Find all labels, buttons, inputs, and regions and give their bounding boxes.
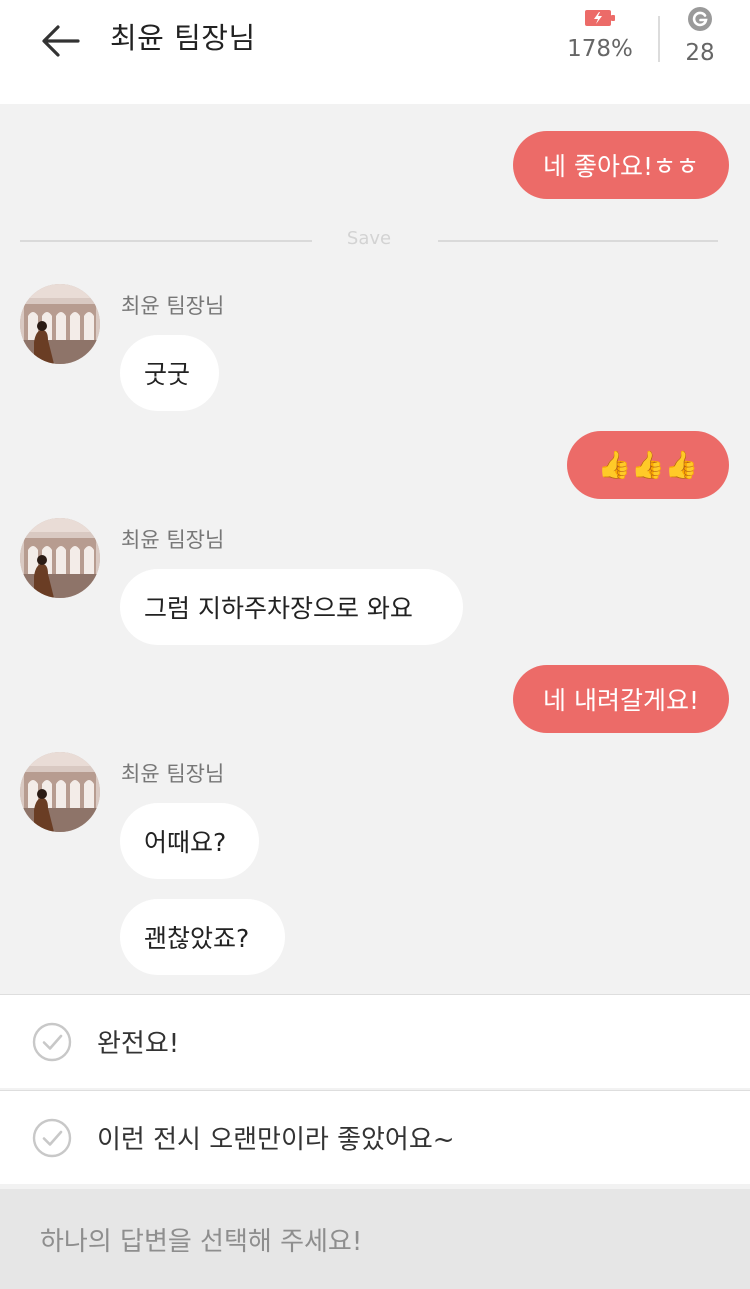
message-emoji: 👍👍👍 <box>597 450 699 481</box>
points-indicator[interactable]: 28 <box>672 6 728 66</box>
sender-name: 최윤 팀장님 <box>121 762 225 786</box>
avatar[interactable] <box>20 518 100 598</box>
battery-percent: 178% <box>567 36 633 62</box>
message-text: 굿굿 <box>144 360 191 389</box>
message-bubble-outgoing: 👍👍👍 <box>567 431 729 499</box>
battery-indicator[interactable]: 178% <box>560 8 640 62</box>
check-circle-icon <box>32 1118 72 1158</box>
points-count: 28 <box>685 40 715 66</box>
chat-title: 최윤 팀장님 <box>110 21 256 55</box>
message-bubble-incoming: 굿굿 <box>120 335 219 411</box>
reply-placeholder: 하나의 답변을 선택해 주세요! <box>40 1227 363 1257</box>
header-divider <box>658 16 660 62</box>
message-bubble-incoming: 어때요? <box>120 803 259 879</box>
message-bubble-outgoing: 네 좋아요!ㅎㅎ <box>513 131 729 199</box>
reply-option-label: 이런 전시 오랜만이라 좋았어요~ <box>97 1125 455 1155</box>
save-label: Save <box>346 228 392 249</box>
battery-charging-icon <box>585 10 615 26</box>
chat-area[interactable]: 네 좋아요!ㅎㅎ Save 최윤 팀장님 굿굿 👍👍👍 최윤 팀장님 그럼 지하… <box>0 104 750 993</box>
message-bubble-incoming: 그럼 지하주차장으로 와요 <box>120 569 463 645</box>
avatar-photo <box>20 518 100 598</box>
sender-name: 최윤 팀장님 <box>121 528 225 552</box>
reply-option[interactable]: 이런 전시 오랜만이라 좋았어요~ <box>0 1090 750 1184</box>
avatar-photo <box>20 752 100 832</box>
message-text: 어때요? <box>144 828 227 857</box>
check-circle-icon <box>32 1022 72 1062</box>
coin-g-icon <box>688 7 712 31</box>
back-arrow-icon <box>42 25 80 57</box>
avatar[interactable] <box>20 284 100 364</box>
divider-line-right <box>438 240 718 242</box>
message-bubble-outgoing: 네 내려갈게요! <box>513 665 729 733</box>
save-divider: Save <box>20 228 718 252</box>
back-button[interactable] <box>38 18 84 64</box>
sender-name: 최윤 팀장님 <box>121 294 225 318</box>
avatar[interactable] <box>20 752 100 832</box>
message-text: 네 내려갈게요! <box>543 686 699 715</box>
reply-option-label: 완전요! <box>97 1029 180 1059</box>
reply-input-bar[interactable]: 하나의 답변을 선택해 주세요! <box>0 1189 750 1289</box>
message-text: 그럼 지하주차장으로 와요 <box>144 594 413 623</box>
message-text: 괜찮았죠? <box>144 924 250 953</box>
message-text: 네 좋아요!ㅎㅎ <box>543 152 699 181</box>
header-bar: 최윤 팀장님 178% 28 <box>0 0 750 104</box>
reply-option[interactable]: 완전요! <box>0 994 750 1088</box>
message-bubble-incoming: 괜찮았죠? <box>120 899 285 975</box>
avatar-photo <box>20 284 100 364</box>
